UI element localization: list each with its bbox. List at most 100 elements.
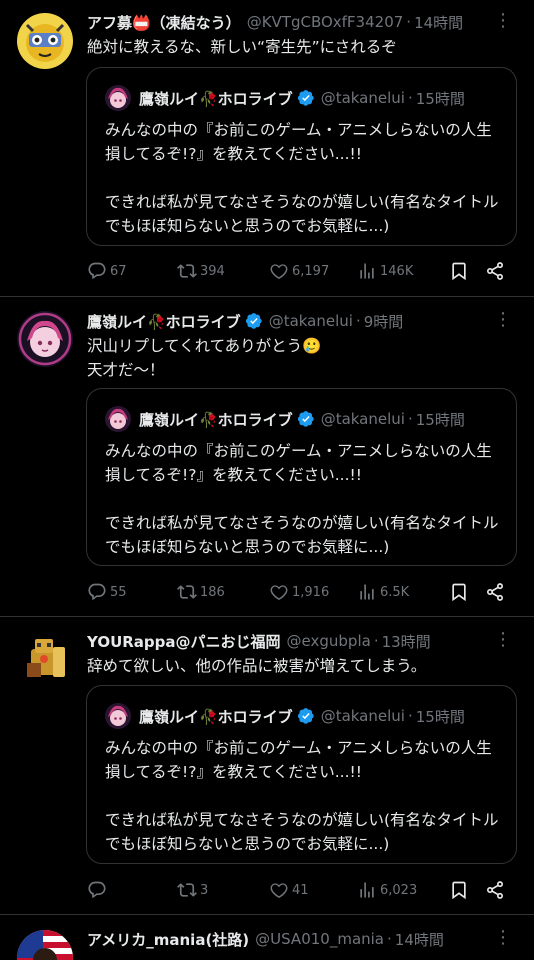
views-icon [357,880,377,900]
bookmark-icon [449,582,469,602]
heart-icon [269,582,289,602]
quoted-text-blank [105,487,502,511]
retweet-icon [177,261,197,281]
like-button[interactable]: 1,916 [269,580,329,604]
quoted-text-blank [105,166,502,190]
tweet-header: YOURappa@パニおじ福岡 @exgubpla · 13時間 [87,629,494,653]
retweet-count: 3 [200,882,209,898]
user-handle[interactable]: @USA010_mania [255,930,384,948]
quoted-tweet[interactable]: 鷹嶺ルイ🥀ホロライブ @takanelui · 15時間 みんなの中の『お前この… [86,685,517,864]
more-options-icon[interactable]: ⋮ [494,309,512,333]
quoted-handle[interactable]: @takanelui [321,410,405,428]
separator-dot: · [387,930,392,948]
display-name[interactable]: 鷹嶺ルイ🥀ホロライブ [87,311,241,332]
user-handle[interactable]: @exgubpla [287,632,371,650]
quoted-text: みんなの中の『お前このゲーム・アニメしらないの人生損してるぞ!?』を教えてくださ… [105,736,502,856]
avatar[interactable] [17,629,73,685]
share-button[interactable] [485,580,508,604]
tweet-header: アメリカ_mania(社路) @USA010_mania · 14時間 [87,927,494,951]
separator-dot: · [406,13,412,31]
more-options-icon[interactable]: ⋮ [494,10,512,34]
tweet-text-line: 沢山リプしてくれてありがとう🥲 [87,337,322,355]
timestamp[interactable]: 14時間 [414,12,463,33]
quoted-header: 鷹嶺ルイ🥀ホロライブ @takanelui · 15時間 [105,703,465,729]
separator-dot: · [407,89,413,107]
tweet-text: 辞めて欲しい、他の作品に被害が増えてしまう。 [87,657,427,675]
quoted-display-name[interactable]: 鷹嶺ルイ🥀ホロライブ [139,88,293,109]
retweet-button[interactable]: 186 [177,580,225,604]
tweet-3[interactable]: YOURappa@パニおじ福岡 @exgubpla · 13時間 ⋮ 辞めて欲し… [0,617,534,913]
user-handle[interactable]: @KVTgCBOxfF34207 [247,13,404,31]
reply-count: 55 [110,584,127,600]
tweet-1[interactable]: アフ募📛（凍結なう） @KVTgCBOxfF34207 · 14時間 ⋮ 絶対に… [0,0,534,296]
tweet-4[interactable]: アメリカ_mania(社路) @USA010_mania · 14時間 ⋮ [0,915,534,960]
views-button[interactable]: 6.5K [357,580,409,604]
quoted-handle[interactable]: @takanelui [321,89,405,107]
bookmark-button[interactable] [449,259,472,283]
reply-button[interactable]: 67 [87,259,127,283]
views-count: 6,023 [380,882,418,898]
quoted-text-line: みんなの中の『お前このゲーム・アニメしらないの人生損してるぞ!?』を教えてくださ… [105,121,492,163]
separator-dot: · [407,410,413,428]
more-options-icon[interactable]: ⋮ [494,629,512,653]
views-count: 6.5K [380,584,410,600]
action-bar: 67 394 6,197 146K [87,259,517,283]
share-button[interactable] [485,878,508,902]
quoted-avatar [105,406,131,432]
tweet-text: 絶対に教えるな、新しい“寄生先”にされるぞ [87,38,397,56]
action-bar: 55 186 1,916 6.5K [87,580,517,604]
retweet-button[interactable]: 3 [177,878,208,902]
quoted-text-line: できれば私が見てなさそうなのが嬉しい(有名なタイトルでもほぼ知らないと思うのでお… [105,514,499,556]
quoted-timestamp[interactable]: 15時間 [416,409,465,430]
quoted-display-name[interactable]: 鷹嶺ルイ🥀ホロライブ [139,706,293,727]
views-button[interactable]: 146K [357,259,413,283]
timestamp[interactable]: 14時間 [395,929,444,950]
share-icon [485,880,505,900]
user-handle[interactable]: @takanelui [269,312,353,330]
avatar[interactable] [17,13,73,69]
quoted-display-name[interactable]: 鷹嶺ルイ🥀ホロライブ [139,409,293,430]
share-icon [485,582,505,602]
quoted-tweet[interactable]: 鷹嶺ルイ🥀ホロライブ @takanelui · 15時間 みんなの中の『お前この… [86,67,517,246]
reply-count: 67 [110,263,127,279]
timestamp[interactable]: 13時間 [382,631,431,652]
views-button[interactable]: 6,023 [357,878,417,902]
share-button[interactable] [485,259,508,283]
tweet-2[interactable]: 鷹嶺ルイ🥀ホロライブ @takanelui · 9時間 ⋮ 沢山リプしてくれてあ… [0,297,534,615]
display-name[interactable]: アメリカ_mania(社路) [87,929,249,950]
more-options-icon[interactable]: ⋮ [494,927,512,951]
retweet-count: 186 [200,584,225,600]
display-name[interactable]: アフ募📛（凍結なう） [87,12,241,33]
quoted-timestamp[interactable]: 15時間 [416,88,465,109]
quoted-timestamp[interactable]: 15時間 [416,706,465,727]
quoted-avatar [105,85,131,111]
bookmark-button[interactable] [449,580,472,604]
reply-button[interactable]: 55 [87,580,127,604]
avatar[interactable] [17,311,73,367]
verified-badge-icon [297,707,315,725]
avatar[interactable] [17,930,73,960]
quoted-text-line: みんなの中の『お前このゲーム・アニメしらないの人生損してるぞ!?』を教えてくださ… [105,442,492,484]
separator-dot: · [373,632,379,650]
views-icon [357,261,377,281]
timestamp[interactable]: 9時間 [364,311,404,332]
verified-badge-icon [297,89,315,107]
quoted-handle[interactable]: @takanelui [321,707,405,725]
tweet-text-line: 天才だ〜！ [87,361,165,379]
display-name[interactable]: YOURappa@パニおじ福岡 [87,631,281,652]
reply-button[interactable] [87,878,110,902]
reply-icon [87,582,107,602]
verified-badge-icon [297,410,315,428]
quoted-text-line: できれば私が見てなさそうなのが嬉しい(有名なタイトルでもほぼ知らないと思うのでお… [105,811,499,853]
tweet-text: 沢山リプしてくれてありがとう🥲 天才だ〜！ [87,334,514,382]
retweet-icon [177,582,197,602]
bookmark-button[interactable] [449,878,472,902]
like-button[interactable]: 6,197 [269,259,329,283]
tweet-header: 鷹嶺ルイ🥀ホロライブ @takanelui · 9時間 [87,309,494,333]
quoted-tweet[interactable]: 鷹嶺ルイ🥀ホロライブ @takanelui · 15時間 みんなの中の『お前この… [86,388,517,566]
heart-icon [269,880,289,900]
share-icon [485,261,505,281]
views-count: 146K [380,263,414,279]
like-button[interactable]: 41 [269,878,309,902]
retweet-button[interactable]: 394 [177,259,225,283]
